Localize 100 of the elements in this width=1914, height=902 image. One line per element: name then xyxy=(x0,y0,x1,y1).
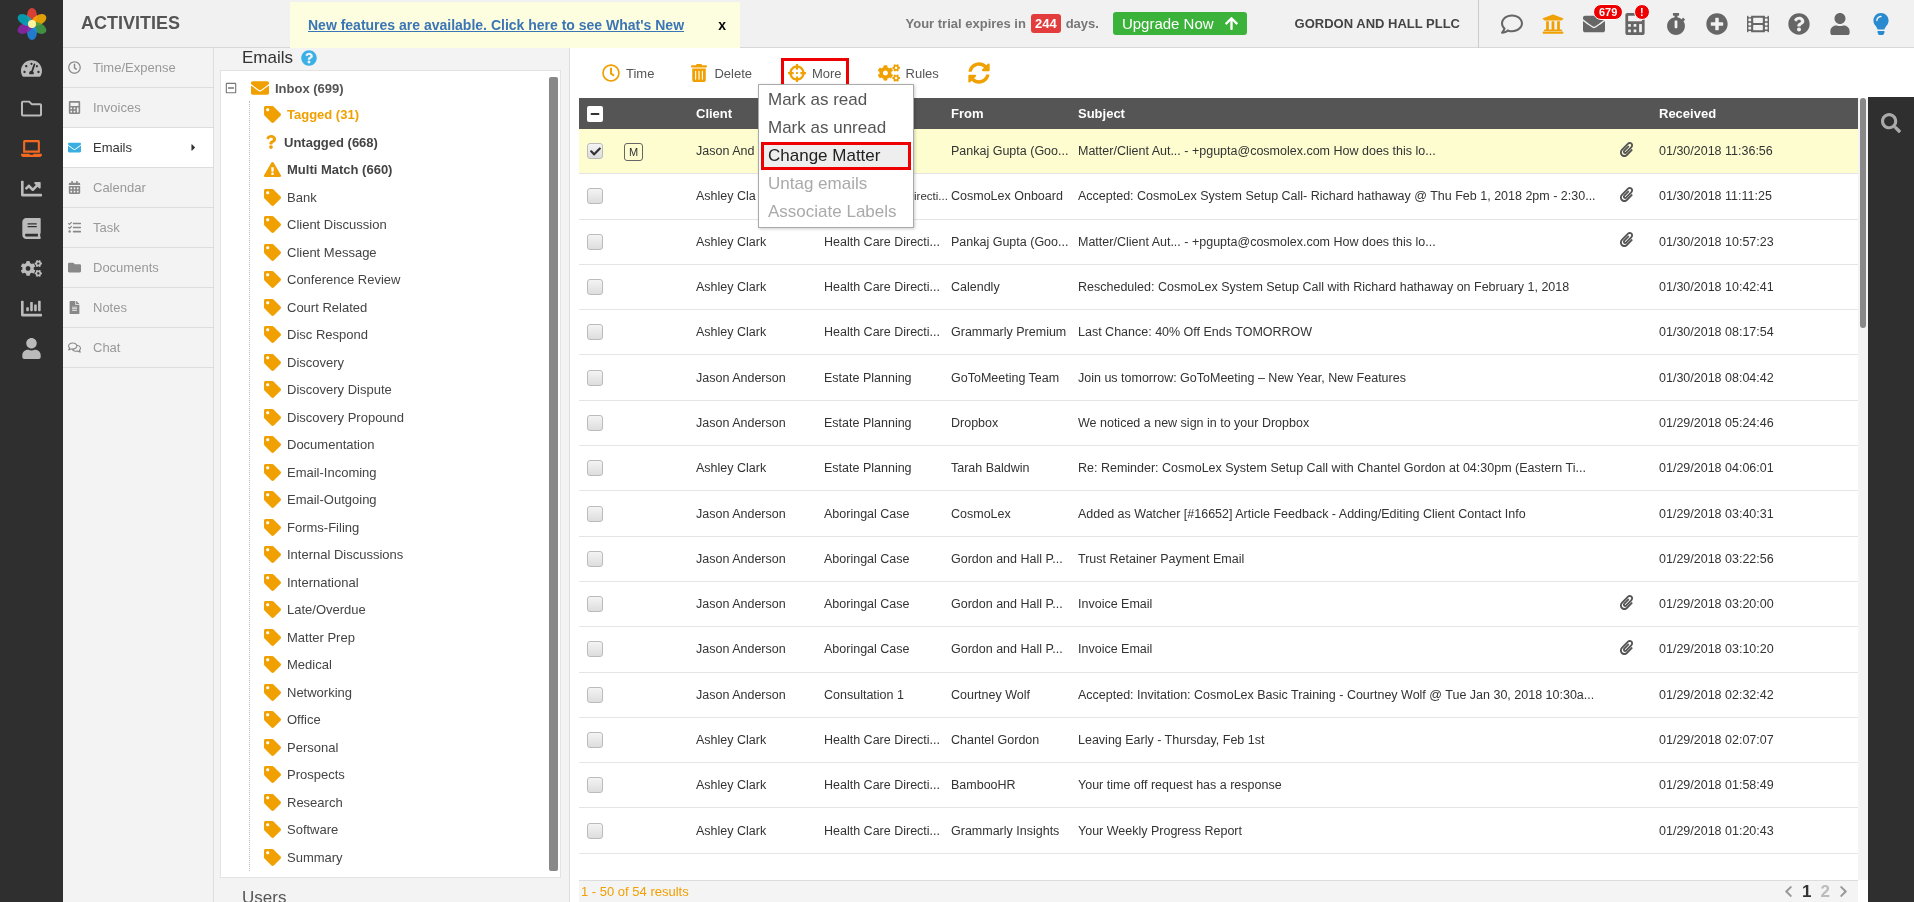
gears-icon xyxy=(877,62,900,84)
tree-item[interactable]: Bank xyxy=(287,189,317,205)
bar-chart-icon[interactable] xyxy=(21,298,42,319)
help-icon[interactable] xyxy=(301,50,317,66)
row-checkbox[interactable] xyxy=(587,505,603,522)
tree-item[interactable]: Discovery Propound xyxy=(287,409,405,425)
tree-item[interactable]: Late/Overdue xyxy=(287,602,366,618)
next-icon[interactable] xyxy=(1837,885,1850,898)
table-cell: 01/29/2018 05:24:46 xyxy=(1659,415,1774,430)
table-cell: Estate Planning xyxy=(824,370,912,385)
tree-item[interactable]: Email-Incoming xyxy=(287,464,377,480)
menu-item[interactable]: Change Matter xyxy=(761,142,911,170)
folder-icon[interactable] xyxy=(21,98,42,119)
table-cell: Jason Anderson xyxy=(696,506,786,521)
nav-item[interactable]: Emails xyxy=(63,128,213,168)
column-header[interactable]: Received xyxy=(1659,106,1858,121)
calculator-icon[interactable] xyxy=(1624,12,1646,35)
tree-item[interactable]: Documentation xyxy=(287,437,375,453)
tree-item[interactable]: Client Discussion xyxy=(287,217,387,233)
days-badge: 244 xyxy=(1030,14,1061,33)
gears-icon[interactable] xyxy=(21,258,42,279)
lightbulb-icon[interactable] xyxy=(1870,12,1892,35)
table-cell: Gordon and Hall P... xyxy=(951,642,1063,657)
table-cell: Tarah Baldwin xyxy=(951,461,1030,476)
table-cell: We noticed a new sign in to your Dropbox xyxy=(1078,415,1310,430)
tree-item[interactable]: Client Message xyxy=(287,244,377,260)
chat-icon[interactable] xyxy=(1501,12,1523,35)
bank-icon[interactable] xyxy=(1542,12,1564,35)
column-header[interactable]: Subject xyxy=(1078,106,1619,121)
tree-item[interactable]: Court Related xyxy=(287,299,368,315)
row-checkbox[interactable] xyxy=(587,369,603,386)
tree-item[interactable]: Medical xyxy=(287,657,332,673)
row-checkbox[interactable] xyxy=(587,732,603,748)
whats-new-link[interactable]: New features are available. Click here to see What's New xyxy=(308,16,685,33)
refresh-icon[interactable] xyxy=(967,62,990,84)
search-icon[interactable] xyxy=(1881,113,1901,133)
row-checkbox[interactable] xyxy=(587,279,603,296)
row-checkbox[interactable] xyxy=(587,324,603,341)
dashboard-icon[interactable] xyxy=(21,58,42,79)
tree-item[interactable]: Untagged (668) xyxy=(284,134,378,150)
tree-item[interactable]: Forms-Filing xyxy=(287,519,360,535)
table-cell: Health Care Directi... xyxy=(824,733,940,747)
tree-item[interactable]: Discovery xyxy=(287,354,345,370)
table-cell: Join us tomorrow: GoToMeeting – New Year, New Features xyxy=(1078,370,1406,385)
tag-icon xyxy=(264,573,281,591)
tree-item[interactable]: Discovery Dispute xyxy=(287,382,392,398)
row-checkbox[interactable] xyxy=(587,822,603,839)
tree-item[interactable]: Inbox (699) xyxy=(275,80,344,96)
tree-item[interactable]: International xyxy=(287,574,359,590)
user-icon[interactable] xyxy=(21,338,42,359)
toolbar-button[interactable]: Delete xyxy=(683,58,759,88)
column-header[interactable]: From xyxy=(951,106,1078,121)
help-icon[interactable] xyxy=(1788,12,1810,35)
row-checkbox[interactable] xyxy=(587,777,603,794)
table-cell: Ashley Clark xyxy=(696,778,767,793)
table-cell: Pankaj Gupta (Goo... xyxy=(951,144,1069,159)
tree-item[interactable]: Matter Prep xyxy=(287,629,355,645)
table-cell: Added as Watcher [#16652] Article Feedback - Adding/Editing Client Contact Info xyxy=(1078,506,1526,521)
tree-item[interactable]: Conference Review xyxy=(287,272,401,288)
tree-item[interactable]: Multi Match (660) xyxy=(287,162,393,178)
line-chart-icon[interactable] xyxy=(21,178,42,199)
tree-item[interactable]: Office xyxy=(287,712,321,728)
row-checkbox[interactable] xyxy=(587,686,603,703)
row-checkbox[interactable] xyxy=(587,460,603,477)
table-cell: Ashley Clark xyxy=(696,733,767,747)
collapse-icon[interactable] xyxy=(225,82,237,94)
row-checkbox[interactable] xyxy=(587,143,603,160)
tree-item[interactable]: Email-Outgoing xyxy=(287,492,377,508)
row-checkbox[interactable] xyxy=(587,641,603,658)
tree-item[interactable]: Networking xyxy=(287,684,353,700)
close-button[interactable]: x xyxy=(714,16,730,33)
table-cell: Gordon and Hall P... xyxy=(951,551,1063,566)
page-button[interactable]: 1 xyxy=(1800,881,1814,902)
row-checkbox[interactable] xyxy=(587,596,603,613)
scrollbar[interactable] xyxy=(549,77,558,871)
select-all-checkbox[interactable] xyxy=(587,105,603,122)
table-cell: Aboringal Case xyxy=(824,551,910,566)
tree-item[interactable]: Prospects xyxy=(287,767,345,783)
tree-item[interactable]: Personal xyxy=(287,739,339,755)
tree-item[interactable]: Summary xyxy=(287,849,343,865)
table-cell: 01/30/2018 10:57:23 xyxy=(1659,234,1774,249)
row-checkbox[interactable] xyxy=(587,188,603,205)
row-checkbox[interactable] xyxy=(587,414,603,431)
add-icon[interactable] xyxy=(1706,12,1728,35)
tag-icon xyxy=(264,436,281,454)
user-icon[interactable] xyxy=(1829,12,1851,35)
book-icon[interactable] xyxy=(21,218,42,239)
toolbar-button[interactable]: Time xyxy=(595,58,662,88)
folder-icon xyxy=(68,261,81,274)
laptop-icon[interactable] xyxy=(21,138,42,159)
row-checkbox[interactable] xyxy=(587,233,603,250)
row-checkbox[interactable] xyxy=(587,550,603,567)
tree-item[interactable]: Research xyxy=(287,794,343,810)
tree-item[interactable]: Software xyxy=(287,822,339,838)
scrollbar-thumb[interactable] xyxy=(1860,98,1866,328)
tree-item[interactable]: Internal Discussions xyxy=(287,547,404,563)
stopwatch-icon[interactable] xyxy=(1665,12,1687,35)
tree-item[interactable]: Disc Respond xyxy=(287,327,368,343)
tag-icon xyxy=(264,106,281,124)
table-cell: Chantel Gordon xyxy=(951,733,1040,747)
